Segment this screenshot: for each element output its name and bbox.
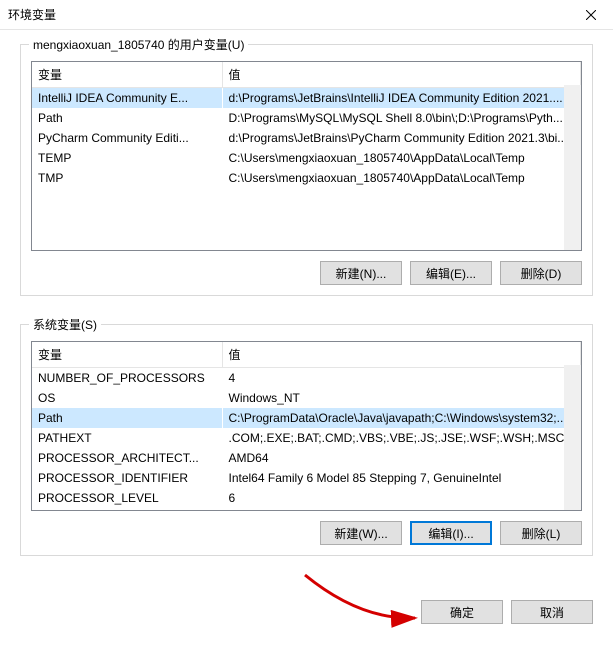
table-row[interactable]: PATHEXT.COM;.EXE;.BAT;.CMD;.VBS;.VBE;.JS… [32,428,581,448]
system-variables-table[interactable]: 变量 值 NUMBER_OF_PROCESSORS4OSWindows_NTPa… [31,341,582,511]
edit-system-var-button[interactable]: 编辑(I)... [410,521,492,545]
var-value-cell: d:\Programs\JetBrains\IntelliJ IDEA Comm… [222,88,581,109]
table-row[interactable]: PyCharm Community Editi...d:\Programs\Je… [32,128,581,148]
column-header-name[interactable]: 变量 [32,342,222,368]
var-name-cell: PROCESSOR_ARCHITECT... [32,448,222,468]
edit-user-var-button[interactable]: 编辑(E)... [410,261,492,285]
table-row[interactable]: TEMPC:\Users\mengxiaoxuan_1805740\AppDat… [32,148,581,168]
user-button-row: 新建(N)... 编辑(E)... 删除(D) [31,261,582,285]
system-variables-label: 系统变量(S) [29,316,101,333]
content-area: mengxiaoxuan_1805740 的用户变量(U) 变量 值 Intel… [0,30,613,592]
var-value-cell: 4 [222,368,581,389]
table-row[interactable]: PathD:\Programs\MySQL\MySQL Shell 8.0\bi… [32,108,581,128]
table-row[interactable]: TMPC:\Users\mengxiaoxuan_1805740\AppData… [32,168,581,188]
var-name-cell: PyCharm Community Editi... [32,128,222,148]
user-variables-group: mengxiaoxuan_1805740 的用户变量(U) 变量 值 Intel… [20,44,593,296]
cancel-button[interactable]: 取消 [511,600,593,624]
column-header-value[interactable]: 值 [222,342,581,368]
var-value-cell: Intel64 Family 6 Model 85 Stepping 7, Ge… [222,468,581,488]
var-value-cell: d:\Programs\JetBrains\PyCharm Community … [222,128,581,148]
table-row[interactable]: NUMBER_OF_PROCESSORS4 [32,368,581,389]
var-value-cell: AMD64 [222,448,581,468]
var-name-cell: OS [32,388,222,408]
var-name-cell: PROCESSOR_IDENTIFIER [32,468,222,488]
var-value-cell: C:\Users\mengxiaoxuan_1805740\AppData\Lo… [222,148,581,168]
table-row[interactable]: PathC:\ProgramData\Oracle\Java\javapath;… [32,408,581,428]
system-variables-group: 系统变量(S) 变量 值 NUMBER_OF_PROCESSORS4OSWind… [20,324,593,556]
var-value-cell: D:\Programs\MySQL\MySQL Shell 8.0\bin\;D… [222,108,581,128]
dialog-footer: 确定 取消 [0,592,613,638]
table-row[interactable]: PROCESSOR_LEVEL6 [32,488,581,508]
table-row[interactable]: PROCESSOR_ARCHITECT...AMD64 [32,448,581,468]
var-name-cell: PATHEXT [32,428,222,448]
var-name-cell: IntelliJ IDEA Community E... [32,88,222,109]
new-system-var-button[interactable]: 新建(W)... [320,521,402,545]
var-value-cell: C:\ProgramData\Oracle\Java\javapath;C:\W… [222,408,581,428]
var-name-cell: TEMP [32,148,222,168]
delete-system-var-button[interactable]: 删除(L) [500,521,582,545]
window-title: 环境变量 [8,6,568,23]
close-button[interactable] [568,0,613,30]
var-value-cell: Windows_NT [222,388,581,408]
column-header-name[interactable]: 变量 [32,62,222,88]
column-header-value[interactable]: 值 [222,62,581,88]
var-value-cell: C:\Users\mengxiaoxuan_1805740\AppData\Lo… [222,168,581,188]
var-name-cell: TMP [32,168,222,188]
table-row[interactable]: IntelliJ IDEA Community E...d:\Programs\… [32,88,581,109]
new-user-var-button[interactable]: 新建(N)... [320,261,402,285]
delete-user-var-button[interactable]: 删除(D) [500,261,582,285]
var-value-cell: .COM;.EXE;.BAT;.CMD;.VBS;.VBE;.JS;.JSE;.… [222,428,581,448]
system-button-row: 新建(W)... 编辑(I)... 删除(L) [31,521,582,545]
table-row[interactable]: PROCESSOR_IDENTIFIERIntel64 Family 6 Mod… [32,468,581,488]
var-value-cell: 6 [222,488,581,508]
scrollbar[interactable] [564,85,581,250]
var-name-cell: NUMBER_OF_PROCESSORS [32,368,222,389]
var-name-cell: PROCESSOR_LEVEL [32,488,222,508]
scrollbar[interactable] [564,365,581,510]
var-name-cell: Path [32,108,222,128]
user-variables-label: mengxiaoxuan_1805740 的用户变量(U) [29,36,248,53]
user-variables-table[interactable]: 变量 值 IntelliJ IDEA Community E...d:\Prog… [31,61,582,251]
var-name-cell: Path [32,408,222,428]
table-row[interactable]: OSWindows_NT [32,388,581,408]
close-icon [586,10,596,20]
titlebar: 环境变量 [0,0,613,30]
ok-button[interactable]: 确定 [421,600,503,624]
